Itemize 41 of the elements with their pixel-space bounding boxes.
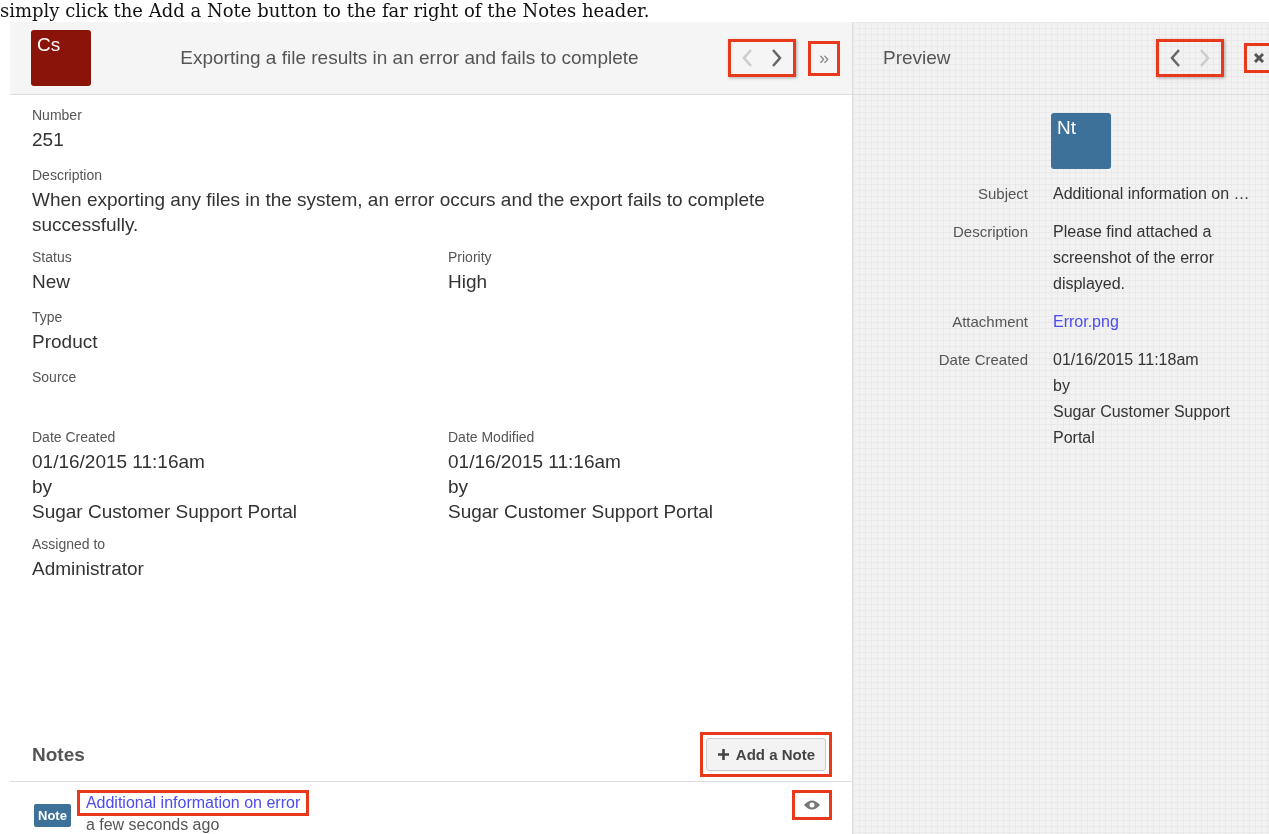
caption-text: simply click the Add a Note button to the far right of the Notes header. xyxy=(0,0,650,22)
preview-label: Subject xyxy=(976,184,1028,204)
field-label: Number xyxy=(32,107,83,123)
add-note-button[interactable]: Add a Note xyxy=(705,738,826,771)
preview-label: Date Created xyxy=(937,350,1028,370)
record-title: Exporting a file results in an error and fails to complete xyxy=(179,47,640,69)
notes-heading: Notes xyxy=(32,743,85,766)
expand-button[interactable]: » xyxy=(808,40,840,76)
record-avatar: Cs xyxy=(31,30,91,86)
note-avatar: Nt xyxy=(1051,113,1111,169)
field-label: Type xyxy=(32,309,64,325)
field-label: Date Modified xyxy=(448,429,536,445)
preview-label: Description xyxy=(951,222,1028,242)
plus-icon xyxy=(716,748,730,761)
preview-label: Attachment xyxy=(951,312,1028,332)
preview-button[interactable] xyxy=(792,790,832,820)
note-time: a few seconds ago xyxy=(85,816,221,834)
field-label: Status xyxy=(32,249,73,265)
field-value: Product xyxy=(32,330,99,354)
close-icon xyxy=(1253,52,1265,64)
preview-title: Preview xyxy=(883,47,952,69)
field-value: High xyxy=(448,270,489,294)
field-label: Assigned to xyxy=(32,536,107,552)
field-value: 01/16/2015 11:16am by Sugar Customer Support Portal xyxy=(32,450,299,524)
field-value: New xyxy=(32,270,71,294)
attachment-link[interactable]: Error.png xyxy=(1053,309,1269,335)
field-label: Priority xyxy=(448,249,493,265)
preview-value: Please find attached a screenshot of the error displayed. xyxy=(1053,222,1215,294)
field-label: Source xyxy=(32,369,78,385)
field-value: 01/16/2015 11:16am by Sugar Customer Support Portal xyxy=(448,450,715,524)
field-value: Administrator xyxy=(32,557,145,581)
preview-value: Additional information on … xyxy=(1053,184,1251,204)
note-link[interactable]: Additional information on error xyxy=(76,790,310,816)
field-label: Description xyxy=(32,167,104,183)
field-label: Date Created xyxy=(32,429,117,445)
note-badge: Note xyxy=(34,804,71,827)
preview-value: 01/16/2015 11:18am by Sugar Customer Support Portal xyxy=(1053,350,1231,448)
eye-icon xyxy=(803,799,821,811)
field-value: When exporting any files in the system, an error occurs and the export fails to complete successfully. xyxy=(32,188,766,237)
field-value: 251 xyxy=(32,128,65,152)
close-button[interactable] xyxy=(1244,43,1269,73)
